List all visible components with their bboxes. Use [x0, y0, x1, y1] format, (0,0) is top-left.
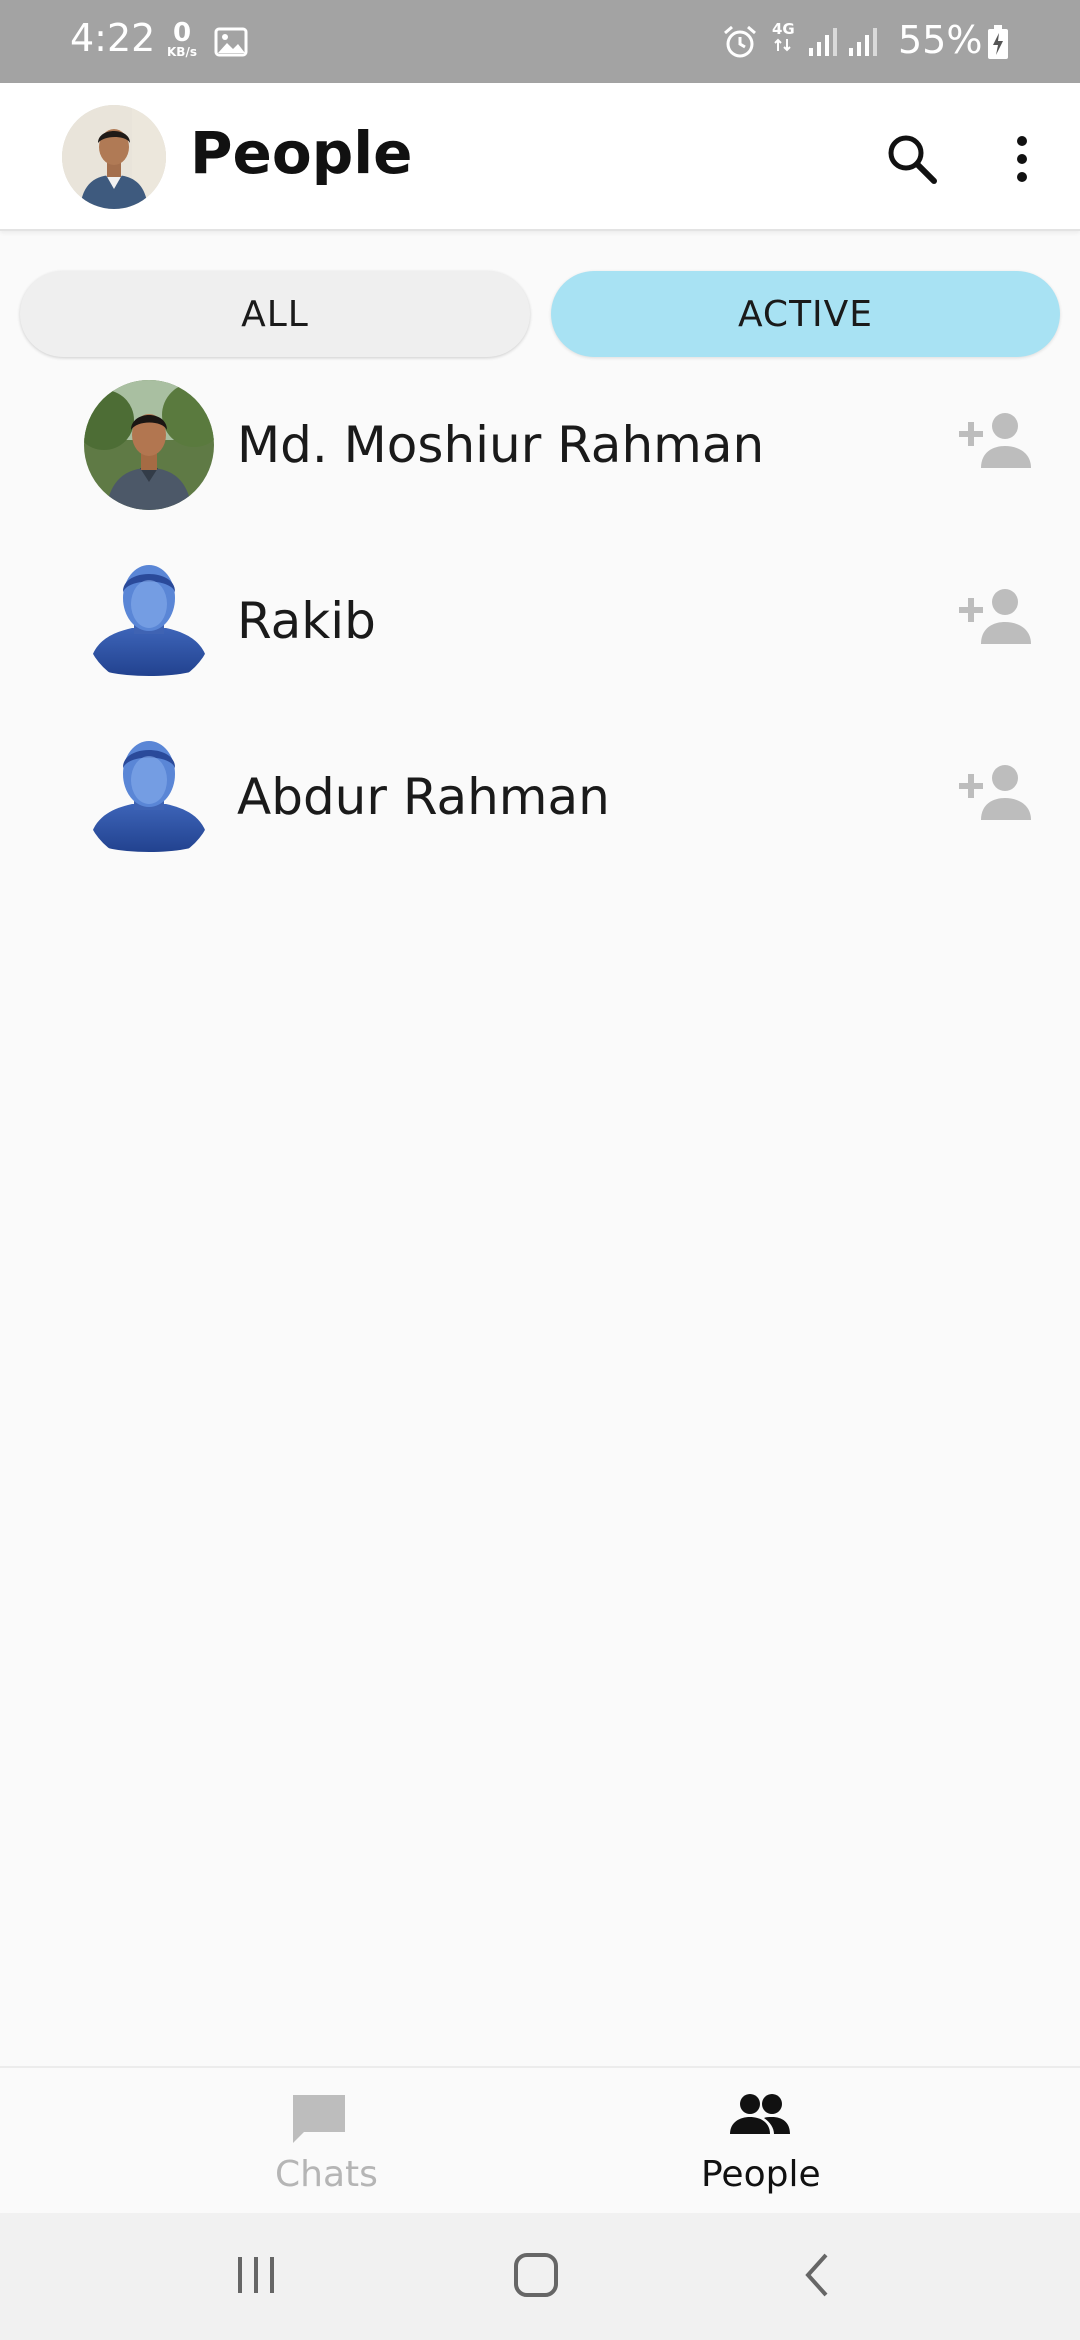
- add-friend-button[interactable]: [955, 584, 1035, 648]
- signal-icon: [808, 26, 840, 62]
- avatar: [84, 380, 214, 510]
- page-title: People: [190, 119, 413, 187]
- search-icon: [888, 135, 937, 184]
- person-list-item[interactable]: Rakib: [0, 534, 1080, 710]
- default-avatar-icon: [84, 556, 214, 686]
- status-time: 4:22: [70, 16, 156, 60]
- status-bar: 4:22 0 KB/s 4G 55%: [0, 0, 1080, 83]
- battery-percent: 55%: [898, 18, 983, 62]
- screen: 4:22 0 KB/s 4G 55% People ALL ACTIVE Md.…: [0, 0, 1080, 2340]
- default-avatar-icon: [84, 732, 214, 862]
- home-icon: [514, 2253, 558, 2297]
- more-vert-icon: [1017, 136, 1027, 182]
- people-icon: [728, 2092, 792, 2140]
- person-add-icon: [959, 413, 1031, 468]
- nav-people[interactable]: People: [540, 2068, 1080, 2215]
- nav-chats[interactable]: Chats: [0, 2068, 540, 2215]
- person-add-icon: [959, 765, 1031, 820]
- back-button[interactable]: [800, 2251, 836, 2303]
- person-list-item[interactable]: Abdur Rahman: [0, 710, 1080, 886]
- tab-active[interactable]: ACTIVE: [551, 271, 1060, 357]
- recent-apps-button[interactable]: [234, 2251, 278, 2303]
- network-speed-unit: KB/s: [167, 45, 197, 59]
- network-type-icon: 4G: [772, 22, 795, 56]
- recent-apps-icon: [238, 2257, 274, 2293]
- home-button[interactable]: [512, 2251, 560, 2303]
- alarm-icon: [722, 24, 758, 64]
- gallery-icon: [214, 27, 248, 61]
- nav-chats-label: Chats: [275, 2154, 378, 2195]
- nav-people-label: People: [701, 2154, 821, 2195]
- more-options-button[interactable]: [1000, 127, 1044, 191]
- app-bar: People: [0, 83, 1080, 231]
- person-name: Abdur Rahman: [237, 768, 610, 826]
- network-speed-value: 0: [172, 18, 192, 48]
- network-speed: 0 KB/s: [162, 20, 202, 58]
- tab-all[interactable]: ALL: [20, 271, 530, 357]
- profile-avatar[interactable]: [62, 105, 166, 209]
- person-add-icon: [959, 589, 1031, 644]
- network-type-label: 4G: [772, 20, 795, 38]
- signal-icon: [848, 26, 880, 62]
- search-button[interactable]: [880, 127, 944, 191]
- person-name: Rakib: [237, 592, 376, 650]
- add-friend-button[interactable]: [955, 760, 1035, 824]
- back-icon: [805, 2253, 828, 2297]
- person-list-item[interactable]: Md. Moshiur Rahman: [0, 358, 1080, 534]
- tab-active-label: ACTIVE: [737, 293, 874, 335]
- add-friend-button[interactable]: [955, 408, 1035, 472]
- battery-charging-icon: [986, 24, 1010, 64]
- bottom-navigation: Chats People: [0, 2066, 1080, 2213]
- system-navigation-bar: [0, 2213, 1080, 2340]
- tab-all-label: ALL: [241, 293, 309, 335]
- person-name: Md. Moshiur Rahman: [237, 416, 765, 474]
- chat-icon: [290, 2092, 348, 2150]
